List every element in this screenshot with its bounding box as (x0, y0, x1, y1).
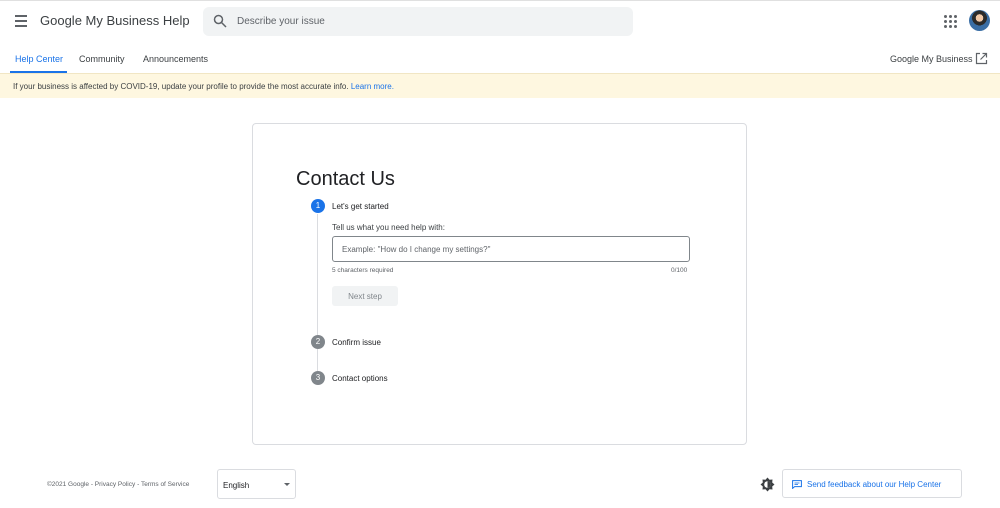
dropdown-caret-icon (284, 483, 290, 486)
theme-toggle-icon[interactable] (760, 477, 775, 492)
help-prompt: Tell us what you need help with: (332, 223, 445, 232)
issue-description-input[interactable] (332, 236, 690, 262)
avatar[interactable] (969, 10, 990, 31)
language-select[interactable]: English (217, 469, 296, 499)
step-1-indicator: 1 (311, 199, 325, 213)
search-bar[interactable] (203, 7, 633, 36)
step-2-label: Confirm issue (332, 338, 381, 347)
send-feedback-label: Send feedback about our Help Center (807, 480, 942, 489)
nav-tabs: Help Center Community Announcements Goog… (0, 43, 1000, 73)
language-value: English (223, 481, 250, 490)
banner-text: If your business is affected by COVID-19… (13, 82, 349, 91)
covid-banner: If your business is affected by COVID-19… (0, 73, 1000, 98)
feedback-icon (792, 480, 802, 489)
app-title[interactable]: Google My Business Help (40, 13, 190, 28)
send-feedback-button[interactable]: Send feedback about our Help Center (782, 469, 962, 498)
next-step-button[interactable]: Next step (332, 286, 398, 306)
google-my-business-link[interactable]: Google My Business (890, 54, 973, 64)
menu-icon[interactable] (10, 10, 32, 32)
contact-card: Contact Us 1 Let's get started Tell us w… (252, 123, 747, 445)
open-in-new-icon[interactable] (975, 52, 988, 65)
copyright-text: ©2021 Google (47, 481, 90, 488)
page-title: Contact Us (296, 168, 395, 190)
character-counter: 0/100 (671, 267, 688, 274)
terms-of-service-link[interactable]: Terms of Service (141, 481, 189, 488)
header: Google My Business Help (0, 1, 1000, 43)
step-1-label: Let's get started (332, 202, 389, 211)
step-connector (317, 349, 318, 371)
search-icon (213, 14, 227, 28)
footer-links: ©2021 Google - Privacy Policy - Terms of… (47, 481, 189, 488)
step-3-indicator: 3 (311, 371, 325, 385)
apps-grid-icon[interactable] (943, 14, 959, 30)
search-input[interactable] (237, 7, 617, 36)
step-connector (317, 214, 318, 335)
min-characters-hint: 5 characters required (332, 267, 394, 274)
tab-announcements[interactable]: Announcements (143, 54, 208, 64)
tab-community[interactable]: Community (79, 54, 125, 64)
tab-help-center[interactable]: Help Center (15, 54, 63, 64)
privacy-policy-link[interactable]: Privacy Policy (95, 481, 135, 488)
learn-more-link[interactable]: Learn more. (351, 82, 394, 91)
step-3-label: Contact options (332, 374, 388, 383)
step-2-indicator: 2 (311, 335, 325, 349)
